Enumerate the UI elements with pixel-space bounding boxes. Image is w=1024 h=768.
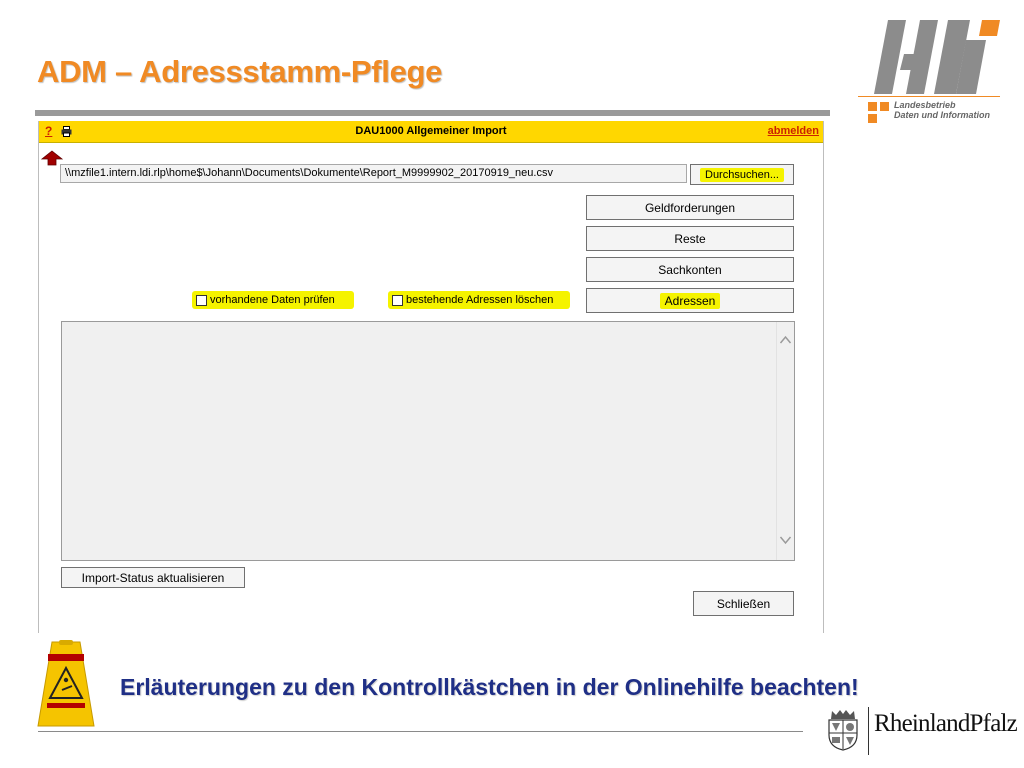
import-status-textarea[interactable] [61, 321, 795, 561]
window-title: DAU1000 Allgemeiner Import [355, 125, 507, 137]
browse-label: Durchsuchen... [700, 167, 784, 182]
warning-sign-icon [37, 640, 95, 727]
vertical-scrollbar[interactable] [776, 322, 794, 560]
close-button[interactable]: Schließen [693, 591, 794, 616]
checkbox-label: bestehende Adressen löschen [406, 294, 554, 306]
import-window: ? DAU1000 Allgemeiner Import abmelden \\… [38, 121, 824, 633]
window-titlebar: ? DAU1000 Allgemeiner Import abmelden [39, 121, 823, 143]
coat-of-arms-icon [828, 710, 858, 751]
check-existing-data-checkbox[interactable]: vorhandene Daten prüfen [192, 291, 354, 309]
refresh-import-status-button[interactable]: Import-Status aktualisieren [61, 567, 245, 588]
logo-divider [858, 96, 1000, 97]
delete-addresses-checkbox[interactable]: bestehende Adressen löschen [388, 291, 570, 309]
title-divider [35, 110, 830, 116]
checkbox-box[interactable] [392, 294, 403, 306]
rheinland-pfalz-logo-text: RheinlandPfalz [874, 710, 1018, 737]
file-path-input[interactable]: \\mzfile1.intern.ldi.rlp\home$\Johann\Do… [60, 164, 687, 183]
chevron-down-icon[interactable] [779, 534, 792, 546]
checkbox-label: vorhandene Daten prüfen [210, 294, 335, 306]
sachkonten-button[interactable]: Sachkonten [586, 257, 794, 282]
rlp-divider [868, 707, 869, 755]
browse-button[interactable]: Durchsuchen... [690, 164, 794, 185]
adressen-label: Adressen [659, 292, 721, 309]
geldforderungen-button[interactable]: Geldforderungen [586, 195, 794, 220]
bottom-divider [38, 731, 803, 732]
hint-text: Erläuterungen zu den Kontrollkästchen in… [120, 674, 859, 700]
chevron-up-icon[interactable] [779, 334, 792, 346]
logo-line2: Daten und Information [894, 110, 990, 120]
checkbox-box[interactable] [196, 294, 207, 306]
slide-title: ADM – Adressstamm-Pflege [37, 54, 443, 89]
logout-link[interactable]: abmelden [768, 125, 819, 137]
reste-button[interactable]: Reste [586, 226, 794, 251]
adressen-button[interactable]: Adressen [586, 288, 794, 313]
logo-line1: Landesbetrieb [894, 100, 956, 110]
